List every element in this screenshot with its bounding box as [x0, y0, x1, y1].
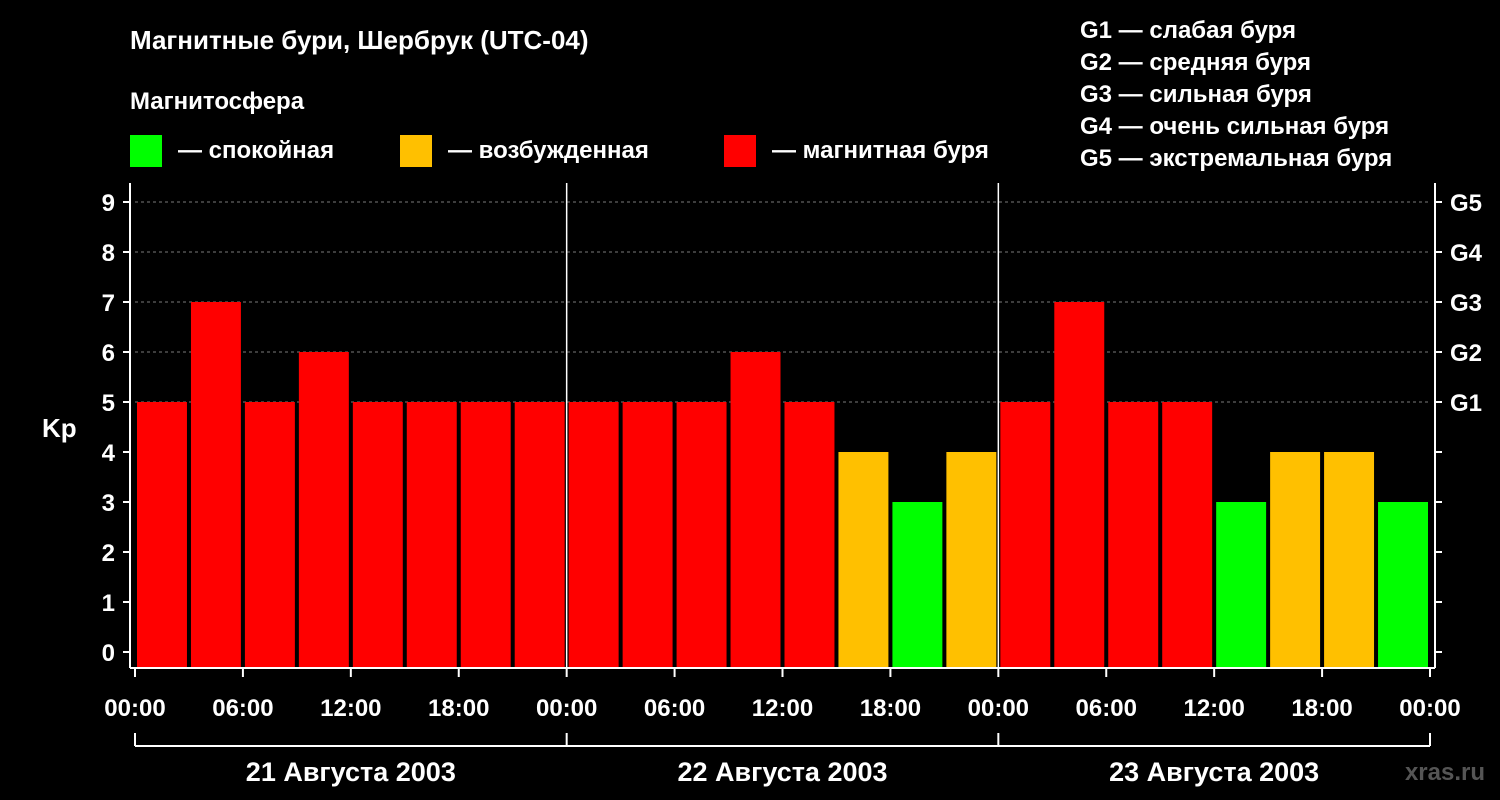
kp-bar [298, 352, 349, 667]
kp-bar [892, 502, 943, 667]
kp-bar [406, 402, 457, 667]
x-tick-label: 00:00 [104, 695, 165, 722]
kp-bar [1270, 452, 1321, 667]
x-tick-label: 06:00 [1076, 695, 1137, 722]
legend-item-storm: — магнитная буря [724, 135, 989, 167]
kp-bar [622, 402, 673, 667]
x-tick-label: 00:00 [536, 695, 597, 722]
kp-bar [1324, 452, 1375, 667]
g-scale-g3: G3 — сильная буря [1080, 81, 1312, 108]
legend-label-quiet: — спокойная [178, 137, 334, 164]
x-tick-label: 00:00 [968, 695, 1029, 722]
kp-chart: Магнитные бури, Шербрук (UTC-04) Магнито… [42, 17, 1485, 787]
kp-bar [137, 402, 187, 667]
g-scale-legend: G1 — слабая буря G2 — средняя буря G3 — … [1080, 17, 1392, 172]
x-tick-label: 18:00 [428, 695, 489, 722]
kp-bar [730, 352, 781, 667]
watermark: xras.ru [1405, 759, 1485, 786]
kp-bar [946, 452, 997, 667]
y-tick-label: 7 [102, 290, 115, 317]
y-tick-label: 9 [102, 190, 115, 217]
kp-bar [1108, 402, 1159, 667]
kp-bar [1162, 402, 1213, 667]
day-label: 22 Августа 2003 [677, 757, 887, 787]
x-tick-label: 06:00 [644, 695, 705, 722]
x-tick-label: 18:00 [1291, 695, 1352, 722]
legend-label-storm: — магнитная буря [772, 137, 989, 164]
y-tick-label: 5 [102, 390, 115, 417]
kp-bar [1216, 502, 1267, 667]
g-tick-label: G3 [1450, 290, 1482, 317]
kp-bar [514, 402, 565, 667]
legend-item-unsettled: — возбужденная [400, 135, 649, 167]
g-tick-label: G4 [1450, 240, 1483, 267]
legend-swatch-quiet [130, 135, 162, 167]
y-tick-label: 1 [102, 590, 115, 617]
bars [137, 302, 1428, 667]
legend-swatch-unsettled [400, 135, 432, 167]
g-scale-g1: G1 — слабая буря [1080, 17, 1296, 44]
x-tick-label: 12:00 [752, 695, 813, 722]
g-scale-g5: G5 — экстремальная буря [1080, 145, 1392, 172]
kp-bar [1000, 402, 1051, 667]
legend-item-quiet: — спокойная [130, 135, 334, 167]
day-label: 21 Августа 2003 [246, 757, 456, 787]
y-tick-label: 6 [102, 340, 115, 367]
kp-bar [1054, 302, 1105, 667]
kp-bar [784, 402, 835, 667]
legend-heading: Магнитосфера [130, 88, 305, 115]
y-tick-label: 4 [102, 440, 116, 467]
y-tick-label: 3 [102, 490, 115, 517]
day-label: 23 Августа 2003 [1109, 757, 1319, 787]
kp-bar [568, 402, 619, 667]
kp-bar [460, 402, 511, 667]
kp-bar [1378, 502, 1428, 667]
g-tick-label: G2 [1450, 340, 1482, 367]
kp-bar [244, 402, 295, 667]
g-scale-g4: G4 — очень сильная буря [1080, 113, 1389, 140]
g-tick-label: G1 [1450, 390, 1482, 417]
legend-swatch-storm [724, 135, 756, 167]
y-axis-label: Kp [42, 413, 77, 443]
y-tick-label: 8 [102, 240, 115, 267]
x-tick-label: 18:00 [860, 695, 921, 722]
x-tick-label: 06:00 [212, 695, 273, 722]
kp-bar [190, 302, 241, 667]
g-scale-g2: G2 — средняя буря [1080, 49, 1311, 76]
y-tick-label: 0 [102, 640, 115, 667]
x-tick-label: 12:00 [320, 695, 381, 722]
kp-bar [838, 452, 889, 667]
x-tick-label: 12:00 [1183, 695, 1244, 722]
kp-bar [676, 402, 727, 667]
y-tick-label: 2 [102, 540, 115, 567]
g-tick-label: G5 [1450, 190, 1482, 217]
chart-title: Магнитные бури, Шербрук (UTC-04) [130, 25, 589, 55]
legend-label-unsettled: — возбужденная [448, 137, 649, 164]
x-tick-label: 00:00 [1399, 695, 1460, 722]
kp-bar [352, 402, 403, 667]
